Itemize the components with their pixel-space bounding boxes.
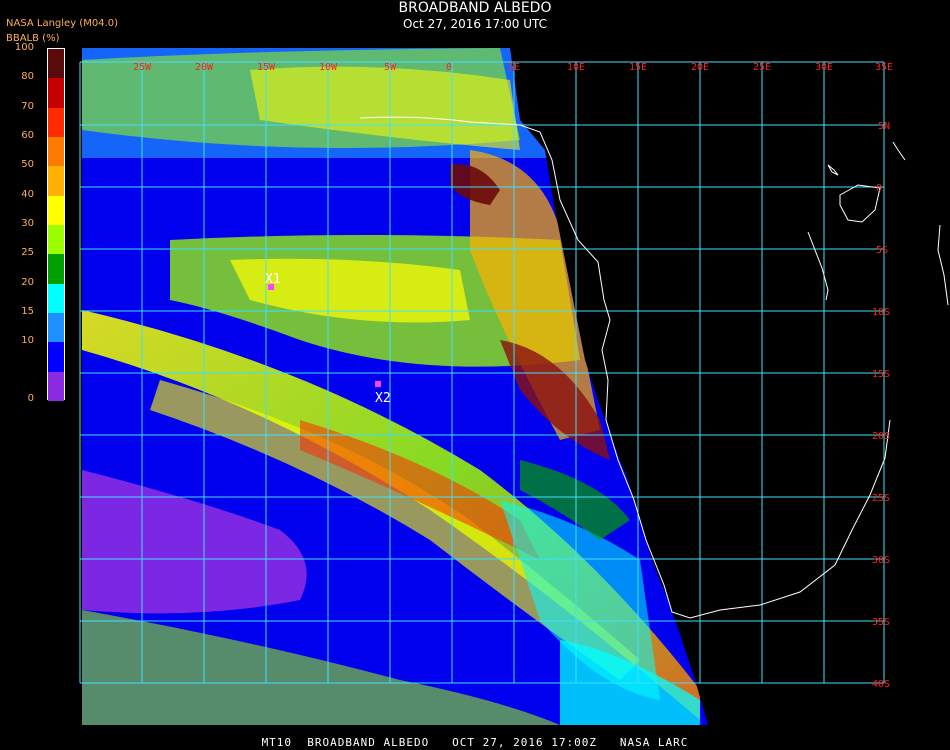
lon-label: 30E — [815, 62, 833, 73]
marker-x1-label: X1 — [265, 272, 281, 287]
lon-label: 20W — [195, 62, 214, 73]
lat-label: 0 — [876, 183, 882, 194]
lon-label: 20E — [691, 62, 709, 73]
lon-label: 0 — [446, 62, 452, 73]
lon-label: 25W — [133, 62, 152, 73]
lon-label: 10E — [567, 62, 585, 73]
marker-x2-dot — [375, 381, 381, 387]
lon-label: 10W — [319, 62, 338, 73]
lat-label: 40S — [872, 679, 890, 690]
lat-label: 30S — [872, 555, 890, 566]
lat-label: 20S — [872, 431, 890, 442]
lon-label: 35E — [875, 62, 893, 73]
lon-label: 25E — [753, 62, 771, 73]
albedo-map: X1 X2 25W 20W 15W 10W 5W 0 5E 10E 15E 20… — [79, 48, 949, 725]
lat-label: 10S — [872, 307, 890, 318]
footer-caption: MT10 BROADBAND ALBEDO OCT 27, 2016 17:00… — [261, 736, 689, 749]
lat-label: 15S — [872, 369, 890, 380]
lon-label: 5W — [384, 62, 397, 73]
satellite-swath — [82, 48, 708, 725]
lat-label: 5S — [876, 245, 888, 256]
lat-label: 35S — [872, 617, 890, 628]
latitude-labels: 5N 0 5S 10S 15S 20S 25S 30S 35S 40S — [872, 121, 890, 690]
lat-label: 5N — [878, 121, 890, 132]
lat-label: 25S — [872, 493, 890, 504]
lon-label: 15E — [629, 62, 647, 73]
marker-x2-label: X2 — [375, 391, 391, 406]
lon-label: 5E — [508, 62, 520, 73]
lon-label: 15W — [257, 62, 276, 73]
